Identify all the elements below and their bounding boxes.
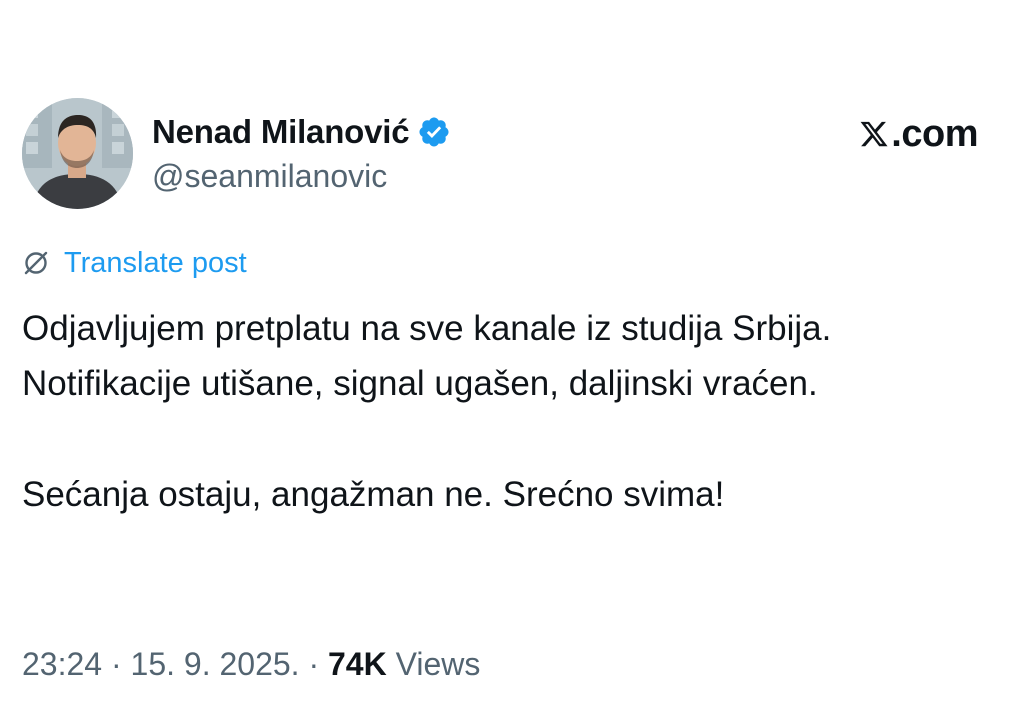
avatar[interactable]	[22, 98, 133, 209]
x-com-watermark: .com	[859, 112, 978, 156]
meta-separator: ·	[299, 646, 328, 682]
author-display-name[interactable]: Nenad Milanović	[152, 113, 410, 151]
post-meta: 23:24 · 15. 9. 2025. · 74K Views	[22, 646, 480, 683]
post-paragraph: Sećanja ostaju, angažman ne. Srećno svim…	[22, 475, 725, 514]
verified-badge-icon	[417, 115, 451, 149]
x-com-text: .com	[891, 112, 978, 155]
avatar-image	[22, 98, 133, 209]
x-logo-icon	[860, 121, 888, 147]
post-date[interactable]: 15. 9. 2025.	[131, 646, 300, 683]
views-count: 74K	[327, 646, 387, 682]
post-paragraph: Odjavljujem pretplatu na sve kanale iz s…	[22, 309, 832, 403]
globe-icon	[24, 251, 48, 275]
post-time[interactable]: 23:24	[22, 646, 102, 683]
translate-post-link[interactable]: Translate post	[22, 244, 247, 282]
author-handle[interactable]: @seanmilanovic	[152, 158, 387, 195]
views-label: Views	[386, 646, 481, 682]
author-name-row: Nenad Milanović	[152, 110, 451, 154]
meta-separator: ·	[102, 646, 131, 682]
translate-post-label[interactable]: Translate post	[64, 247, 247, 280]
tweet-card: Nenad Milanović @seanmilanovic .com Tran…	[0, 0, 1024, 707]
post-body: Odjavljujem pretplatu na sve kanale iz s…	[22, 301, 1002, 522]
